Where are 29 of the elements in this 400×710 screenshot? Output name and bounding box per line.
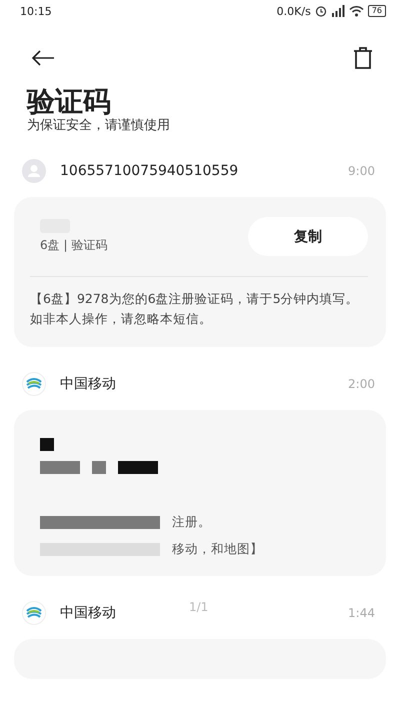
- message-time: 9:00: [348, 164, 375, 178]
- network-speed: 0.0K/s: [276, 4, 311, 18]
- message-source: 6盘 | 验证码: [40, 237, 108, 254]
- sender-name: 中国移动: [60, 375, 116, 393]
- wifi-icon: [348, 5, 364, 17]
- redaction-block: [40, 461, 80, 474]
- message-text-fragment: 移动，和地图】: [172, 541, 263, 558]
- message-time: 2:00: [348, 377, 375, 391]
- message-text: 【6盘】9278为您的6盘注册验证码，请于5分钟内填写。如非本人操作，请忽略本短信。: [30, 290, 360, 328]
- signal-icon: [330, 5, 345, 17]
- message-text-fragment: 注册。: [172, 514, 211, 531]
- trash-icon[interactable]: [353, 47, 373, 69]
- sender-name: 10655710075940510559: [60, 163, 238, 179]
- carrier-logo-icon: [22, 372, 46, 396]
- page-indicator: 1/1: [189, 600, 208, 614]
- sender-name: 中国移动: [60, 604, 116, 622]
- alarm-icon: [314, 5, 327, 17]
- person-avatar-icon: [22, 159, 46, 183]
- redaction-block: [92, 461, 106, 474]
- message-time: 1:44: [348, 606, 375, 620]
- back-arrow-icon[interactable]: [31, 50, 55, 66]
- status-time: 10:15: [20, 4, 52, 18]
- page-subtitle: 为保证安全，请谨慎使用: [26, 118, 171, 134]
- redaction-block: [118, 461, 158, 474]
- battery-indicator: 76: [368, 5, 386, 17]
- carrier-logo-icon: [22, 601, 46, 625]
- redaction-block: [40, 438, 54, 451]
- page-title: 验证码: [25, 84, 112, 118]
- copy-button[interactable]: 复制: [248, 217, 368, 256]
